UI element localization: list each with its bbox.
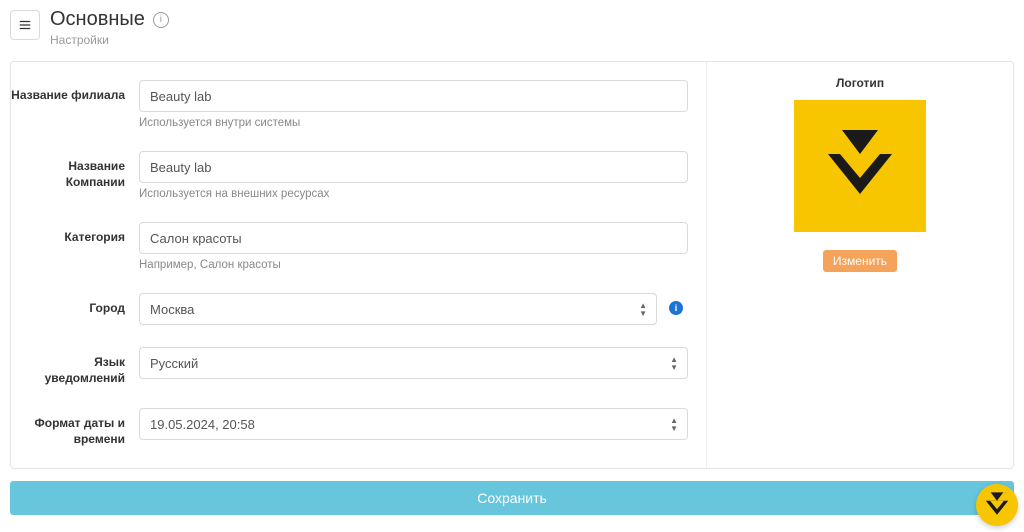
row-city: Город Москва ▲▼ i <box>11 285 688 339</box>
hint-branch-name: Используется внутри системы <box>139 117 688 129</box>
change-logo-button[interactable]: Изменить <box>823 250 897 272</box>
menu-button[interactable] <box>10 10 40 40</box>
save-button[interactable]: Сохранить <box>10 481 1014 515</box>
language-select[interactable]: Русский <box>139 347 688 379</box>
city-info-icon[interactable]: i <box>669 301 683 315</box>
label-city: Город <box>11 293 139 317</box>
logo-title: Логотип <box>721 76 999 90</box>
brand-icon <box>990 491 1005 519</box>
title-block: Основные i Настройки <box>50 8 169 47</box>
page-title: Основные <box>50 8 145 31</box>
branch-name-input[interactable] <box>139 80 688 112</box>
hamburger-icon <box>18 18 32 32</box>
label-category: Категория <box>11 222 139 246</box>
hint-company-name: Используется на внешних ресурсах <box>139 188 688 200</box>
row-date-format: Формат даты и времени 19.05.2024, 20:58 … <box>11 400 688 461</box>
label-company-name: Название Компании <box>11 151 139 190</box>
logo-image <box>794 100 926 232</box>
row-company-name: Название Компании Используется на внешни… <box>11 143 688 214</box>
label-language: Язык уведомлений <box>11 347 139 386</box>
city-select[interactable]: Москва <box>139 293 657 325</box>
row-branch-name: Название филиала Используется внутри сис… <box>11 72 688 143</box>
row-language: Язык уведомлений Русский ▲▼ <box>11 339 688 400</box>
info-icon[interactable]: i <box>153 12 169 28</box>
form-pane: Название филиала Используется внутри сис… <box>11 62 707 468</box>
company-name-input[interactable] <box>139 151 688 183</box>
date-format-select[interactable]: 19.05.2024, 20:58 <box>139 408 688 440</box>
fab-brand-button[interactable] <box>976 484 1018 526</box>
settings-card: Название филиала Используется внутри сис… <box>10 61 1014 469</box>
category-input[interactable] <box>139 222 688 254</box>
hint-category: Например, Салон красоты <box>139 259 688 271</box>
row-category: Категория Например, Салон красоты <box>11 214 688 285</box>
logo-pane: Логотип Изменить <box>707 62 1013 468</box>
label-date-format: Формат даты и времени <box>11 408 139 447</box>
page-subtitle: Настройки <box>50 33 169 47</box>
label-branch-name: Название филиала <box>11 80 139 104</box>
